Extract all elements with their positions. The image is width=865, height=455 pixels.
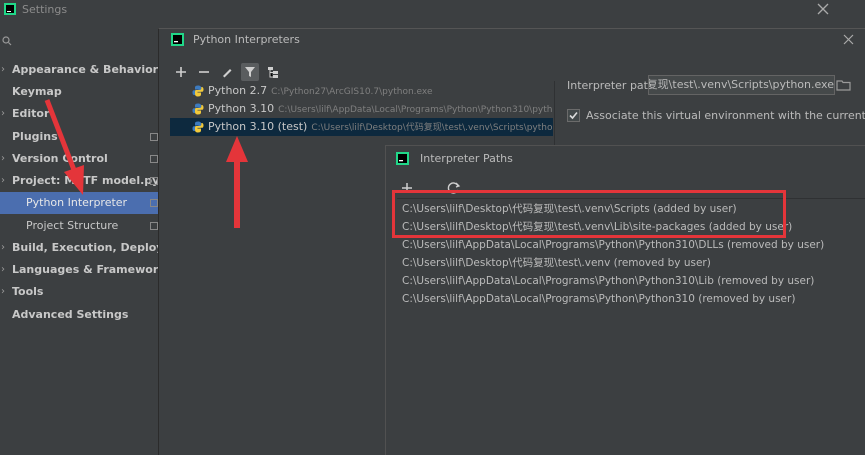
annotation-arrows bbox=[44, 99, 248, 228]
annotation-arrow-head-2 bbox=[226, 136, 248, 162]
annotation-arrow-head-1 bbox=[64, 165, 84, 195]
